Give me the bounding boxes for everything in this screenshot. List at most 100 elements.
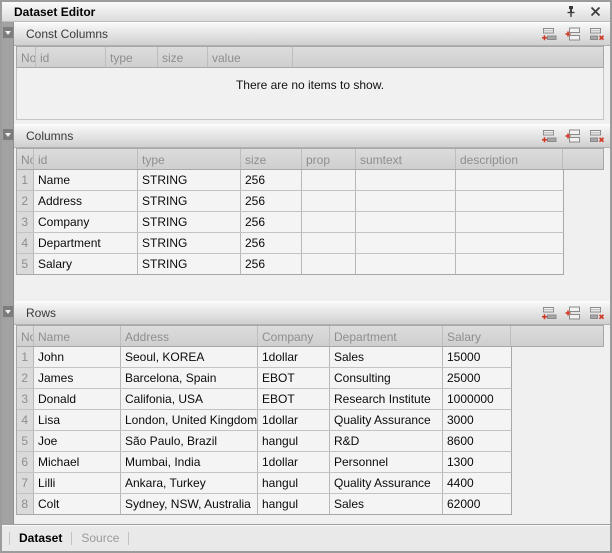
data-cell[interactable]: 3000 [443, 410, 511, 430]
data-cell[interactable]: Lilli [34, 473, 121, 493]
data-cell[interactable] [302, 254, 356, 274]
data-cell[interactable] [456, 170, 563, 190]
data-cell[interactable]: 1000000 [443, 389, 511, 409]
tab-source[interactable]: Source [81, 531, 119, 545]
data-cell[interactable]: São Paulo, Brazil [121, 431, 258, 451]
insert-item-button[interactable] [564, 27, 581, 42]
data-cell[interactable]: hangul [258, 473, 330, 493]
data-cell[interactable]: EBOT [258, 389, 330, 409]
data-cell[interactable] [356, 233, 456, 253]
data-cell[interactable]: Mumbai, India [121, 452, 258, 472]
column-header[interactable]: id [36, 47, 106, 67]
column-header[interactable]: id [34, 149, 138, 169]
data-cell[interactable]: 256 [241, 191, 302, 211]
data-cell[interactable]: Califonia, USA [121, 389, 258, 409]
data-cell[interactable] [356, 170, 456, 190]
data-cell[interactable]: hangul [258, 431, 330, 451]
data-cell[interactable] [456, 212, 563, 232]
row-number-cell[interactable]: 5 [17, 254, 34, 274]
data-cell[interactable]: Personnel [330, 452, 443, 472]
add-item-button[interactable] [540, 27, 557, 42]
row-number-cell[interactable]: 4 [17, 410, 34, 430]
data-cell[interactable] [456, 191, 563, 211]
data-cell[interactable]: James [34, 368, 121, 388]
column-header[interactable]: prop [302, 149, 356, 169]
column-header[interactable]: No [17, 149, 34, 169]
column-header[interactable]: Address [121, 326, 258, 346]
data-cell[interactable]: 1300 [443, 452, 511, 472]
data-cell[interactable]: 256 [241, 254, 302, 274]
data-cell[interactable]: 15000 [443, 347, 511, 367]
column-header[interactable]: Name [34, 326, 121, 346]
data-cell[interactable]: R&D [330, 431, 443, 451]
data-cell[interactable]: 256 [241, 212, 302, 232]
data-cell[interactable]: John [34, 347, 121, 367]
data-cell[interactable]: Consulting [330, 368, 443, 388]
delete-item-button[interactable] [588, 306, 605, 321]
data-cell[interactable]: 256 [241, 170, 302, 190]
close-icon[interactable] [588, 5, 602, 19]
data-cell[interactable]: 25000 [443, 368, 511, 388]
collapse-arrow-icon[interactable] [3, 27, 13, 38]
insert-item-button[interactable] [564, 129, 581, 144]
data-cell[interactable]: 256 [241, 233, 302, 253]
data-cell[interactable] [356, 212, 456, 232]
row-number-cell[interactable]: 1 [17, 170, 34, 190]
data-cell[interactable]: 1dollar [258, 410, 330, 430]
data-cell[interactable] [302, 233, 356, 253]
delete-item-button[interactable] [588, 27, 605, 42]
data-cell[interactable]: EBOT [258, 368, 330, 388]
collapse-arrow-icon[interactable] [3, 306, 13, 317]
row-number-cell[interactable]: 1 [17, 347, 34, 367]
data-cell[interactable]: Seoul, KOREA [121, 347, 258, 367]
delete-item-button[interactable] [588, 129, 605, 144]
data-cell[interactable] [456, 233, 563, 253]
data-cell[interactable]: STRING [138, 170, 241, 190]
data-cell[interactable]: Name [34, 170, 138, 190]
row-number-cell[interactable]: 8 [17, 494, 34, 514]
data-cell[interactable]: Quality Assurance [330, 473, 443, 493]
row-number-cell[interactable]: 2 [17, 191, 34, 211]
column-header[interactable]: No [17, 47, 36, 67]
data-cell[interactable]: Sales [330, 347, 443, 367]
data-cell[interactable]: Ankara, Turkey [121, 473, 258, 493]
pin-icon[interactable] [564, 5, 578, 19]
column-header[interactable]: No [17, 326, 34, 346]
data-cell[interactable] [356, 254, 456, 274]
data-cell[interactable]: Department [34, 233, 138, 253]
data-cell[interactable] [356, 191, 456, 211]
data-cell[interactable]: Sales [330, 494, 443, 514]
column-header[interactable]: type [138, 149, 241, 169]
row-number-cell[interactable]: 7 [17, 473, 34, 493]
data-cell[interactable]: Michael [34, 452, 121, 472]
column-header[interactable]: size [158, 47, 208, 67]
data-cell[interactable]: 4400 [443, 473, 511, 493]
data-cell[interactable] [302, 191, 356, 211]
data-cell[interactable]: Lisa [34, 410, 121, 430]
data-cell[interactable]: STRING [138, 233, 241, 253]
tab-dataset[interactable]: Dataset [19, 531, 62, 545]
row-number-cell[interactable]: 3 [17, 389, 34, 409]
row-number-cell[interactable]: 2 [17, 368, 34, 388]
data-cell[interactable]: Salary [34, 254, 138, 274]
column-header[interactable]: value [208, 47, 293, 67]
insert-item-button[interactable] [564, 306, 581, 321]
data-cell[interactable]: 62000 [443, 494, 511, 514]
data-cell[interactable]: 1dollar [258, 452, 330, 472]
column-header[interactable]: type [106, 47, 158, 67]
data-cell[interactable]: STRING [138, 212, 241, 232]
row-number-cell[interactable]: 5 [17, 431, 34, 451]
data-cell[interactable] [302, 212, 356, 232]
data-cell[interactable]: Colt [34, 494, 121, 514]
data-cell[interactable]: STRING [138, 254, 241, 274]
column-header[interactable]: size [241, 149, 302, 169]
data-cell[interactable]: STRING [138, 191, 241, 211]
row-number-cell[interactable]: 3 [17, 212, 34, 232]
data-cell[interactable]: Sydney, NSW, Australia [121, 494, 258, 514]
data-cell[interactable]: Company [34, 212, 138, 232]
data-cell[interactable]: Joe [34, 431, 121, 451]
data-cell[interactable]: hangul [258, 494, 330, 514]
row-number-cell[interactable]: 4 [17, 233, 34, 253]
collapse-arrow-icon[interactable] [3, 129, 13, 140]
column-header[interactable]: Department [330, 326, 443, 346]
